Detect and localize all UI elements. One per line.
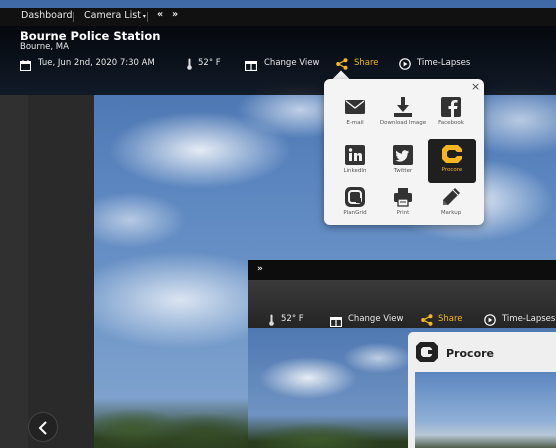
change-view-icon[interactable] (329, 312, 343, 331)
share-email-button[interactable]: E-mail (331, 92, 379, 136)
nav-separator (73, 12, 74, 22)
tree-line (94, 398, 248, 448)
previous-image-button[interactable] (28, 412, 58, 442)
nav-prev-button[interactable]: « (157, 9, 163, 20)
share-label: Twitter (393, 168, 413, 174)
procore-icon (415, 341, 439, 367)
share-markup-button[interactable]: Markup (427, 182, 475, 226)
pencil-icon (440, 186, 462, 208)
procore-icon (441, 143, 463, 165)
chevron-down-icon: ▾ (142, 13, 146, 20)
share-label: Markup (440, 210, 462, 216)
share-linkedin-button[interactable]: LinkedIn (331, 140, 379, 184)
plangrid-icon (344, 186, 366, 208)
share-label: E-mail (346, 120, 364, 126)
secondary-share-button[interactable]: Share (438, 314, 463, 324)
calendar-icon (20, 56, 31, 75)
change-view-icon[interactable] (244, 56, 258, 75)
share-twitter-button[interactable]: Twitter (379, 140, 427, 184)
twitter-icon (392, 144, 414, 166)
secondary-tree-line (248, 415, 408, 448)
camera-datetime: Tue, Jun 2nd, 2020 7:30 AM (38, 58, 155, 68)
procore-panel-title: Procore (446, 347, 495, 360)
nav-camera-list-label: Camera List (84, 10, 141, 21)
share-procore-button[interactable]: Procore (428, 139, 476, 183)
share-print-button[interactable]: Print (379, 182, 427, 226)
play-circle-icon[interactable] (484, 311, 496, 330)
download-icon (392, 96, 414, 118)
procore-panel: Procore (408, 332, 556, 448)
share-download-button[interactable]: Download Image (379, 92, 427, 136)
nav-next-button[interactable]: » (172, 9, 178, 20)
share-button[interactable]: Share (354, 58, 379, 68)
envelope-icon (344, 96, 366, 118)
secondary-change-view-button[interactable]: Change View (348, 314, 403, 324)
share-plangrid-button[interactable]: PlanGrid (331, 182, 379, 226)
camera-location: Bourne, MA (20, 42, 69, 52)
left-panel-strip (0, 95, 28, 448)
secondary-topbar (248, 260, 556, 280)
facebook-icon (440, 96, 462, 118)
camera-title: Bourne Police Station (20, 29, 161, 43)
play-circle-icon[interactable] (399, 55, 411, 74)
share-label: Download Image (379, 120, 427, 126)
thermometer-icon (268, 311, 275, 330)
printer-icon (392, 186, 414, 208)
change-view-button[interactable]: Change View (264, 58, 319, 68)
secondary-temperature: 52° F (281, 314, 304, 324)
secondary-nav-next[interactable]: » (257, 264, 263, 274)
share-label: Facebook (438, 120, 464, 126)
nav-separator (147, 12, 148, 22)
thermometer-icon (186, 55, 193, 74)
chevron-left-icon (38, 420, 48, 439)
share-icon[interactable] (421, 311, 433, 330)
share-label: PlanGrid (343, 210, 367, 216)
share-facebook-button[interactable]: Facebook (427, 92, 475, 136)
share-label: Print (396, 210, 410, 216)
share-label: LinkedIn (343, 168, 367, 174)
temperature-readout: 52° F (198, 58, 221, 68)
share-label: Procore (441, 167, 463, 173)
nav-camera-list[interactable]: Camera List ▾ (84, 10, 146, 21)
procore-preview-image (415, 372, 556, 448)
time-lapses-button[interactable]: Time-Lapses (417, 58, 470, 68)
secondary-time-lapses-button[interactable]: Time-Lapses (502, 314, 555, 324)
linkedin-icon (344, 144, 366, 166)
nav-dashboard[interactable]: Dashboard (21, 10, 73, 21)
